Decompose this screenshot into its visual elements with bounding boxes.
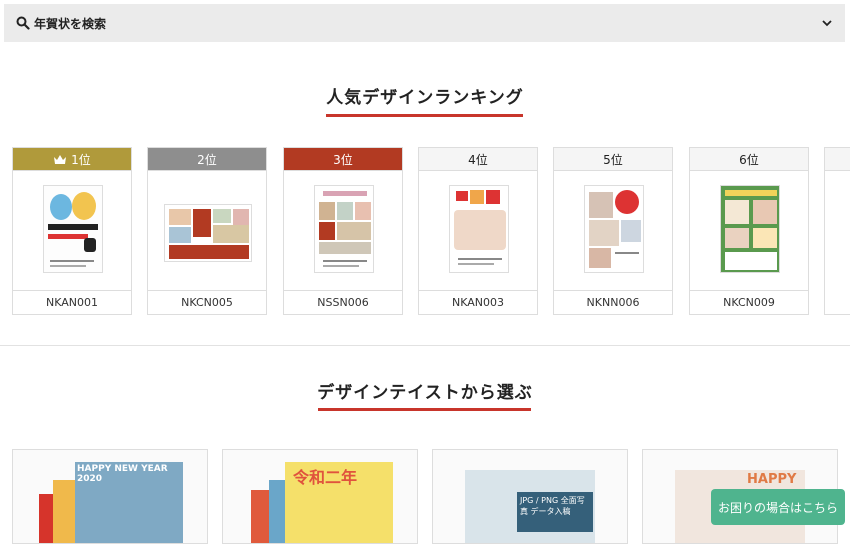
search-label: 年賀状を検索	[34, 16, 107, 31]
section-divider	[0, 345, 850, 346]
ranking-card-1[interactable]: 1位 NKAN001	[12, 147, 132, 315]
ranking-card-5[interactable]: 5位 NKNN006	[553, 147, 673, 315]
design-thumbnail[interactable]	[554, 171, 672, 291]
rank-badge: 2位	[148, 148, 266, 171]
design-code: NSSN006	[317, 296, 369, 309]
search-toggle[interactable]: 年賀状を検索	[4, 4, 845, 42]
crown-icon	[54, 154, 67, 164]
chevron-down-icon[interactable]	[821, 17, 833, 29]
search-icon	[16, 16, 30, 30]
rank-badge: 6位	[690, 148, 808, 171]
design-thumbnail[interactable]	[690, 171, 808, 291]
design-thumbnail[interactable]	[148, 171, 266, 291]
taste-thumb-text: HAPPY NEW YEAR 2020	[77, 464, 168, 484]
rank-badge: 1位	[13, 148, 131, 171]
taste-thumb-text: HAPPY	[747, 472, 797, 487]
ranking-card-4[interactable]: 4位 NKAN003	[418, 147, 538, 315]
ranking-title: 人気デザインランキング	[326, 88, 524, 108]
design-thumbnail[interactable]	[419, 171, 537, 291]
design-code: NKNN006	[586, 296, 640, 309]
ranking-card-3[interactable]: 3位 NSSN006	[283, 147, 403, 315]
ranking-title-underline	[326, 114, 523, 117]
taste-title-underline	[318, 408, 531, 411]
design-code: NKAN003	[452, 296, 504, 309]
rank-badge: 5位	[554, 148, 672, 171]
taste-thumb-text: JPG / PNG 全面写真 データ入稿	[517, 492, 593, 532]
design-thumbnail[interactable]	[13, 171, 131, 291]
rank-label: 1位	[71, 152, 91, 167]
design-code: NKCN005	[181, 296, 233, 309]
taste-card-1[interactable]: HAPPY NEW YEAR 2020	[12, 449, 208, 544]
taste-card-3[interactable]: JPG / PNG 全面写真 データ入稿	[432, 449, 628, 544]
design-code: NKCN009	[723, 296, 775, 309]
taste-thumb-text: 令和二年	[293, 468, 358, 487]
ranking-card-7-partial[interactable]	[824, 147, 850, 315]
rank-badge	[825, 148, 850, 171]
ranking-card-6[interactable]: 6位 NKCN009	[689, 147, 809, 315]
rank-badge: 4位	[419, 148, 537, 171]
rank-badge: 3位	[284, 148, 402, 171]
ranking-card-2[interactable]: 2位 NKCN005	[147, 147, 267, 315]
design-thumbnail[interactable]	[284, 171, 402, 291]
help-button[interactable]: お困りの場合はこちら	[711, 489, 845, 525]
taste-card-2[interactable]: 令和二年	[222, 449, 418, 544]
taste-title: デザインテイストから選ぶ	[317, 383, 533, 403]
design-code: NKAN001	[46, 296, 98, 309]
